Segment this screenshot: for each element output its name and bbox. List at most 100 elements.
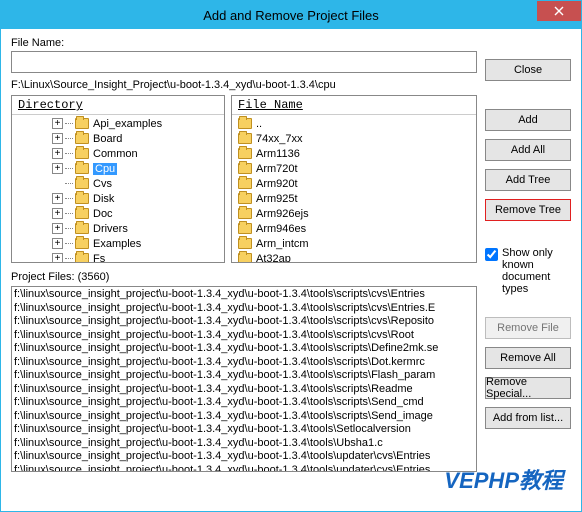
filename-input[interactable] [11,51,477,73]
project-files-list[interactable]: f:\linux\source_insight_project\u-boot-1… [11,286,477,472]
tree-item[interactable]: +Api_examples [12,116,224,131]
file-item-label: Arm1136 [256,148,300,160]
add-tree-button[interactable]: Add Tree [485,169,571,191]
file-item[interactable]: Arm925t [232,191,476,206]
tree-item[interactable]: + Doc [12,206,224,221]
expander-icon[interactable]: + [52,133,63,144]
expander-icon[interactable]: + [52,223,63,234]
expander-icon[interactable]: + [52,118,63,129]
file-item-label: At32ap [256,253,291,263]
expander-icon[interactable]: + [52,148,63,159]
tree-item-label: Examples [93,238,141,250]
close-button[interactable]: Close [485,59,571,81]
folder-icon [75,238,89,249]
project-file-item[interactable]: f:\linux\source_insight_project\u-boot-1… [14,329,474,343]
project-file-item[interactable]: f:\linux\source_insight_project\u-boot-1… [14,288,474,302]
project-file-item[interactable]: f:\linux\source_insight_project\u-boot-1… [14,369,474,383]
expander-icon[interactable]: + [52,253,63,262]
folder-icon [238,163,252,174]
remove-tree-button[interactable]: Remove Tree [485,199,571,221]
folder-icon [238,148,252,159]
expander-icon[interactable]: + [52,193,63,204]
project-file-item[interactable]: f:\linux\source_insight_project\u-boot-1… [14,315,474,329]
tree-item[interactable]: + Drivers [12,221,224,236]
folder-icon [75,163,89,174]
file-item[interactable]: Arm926ejs [232,206,476,221]
tree-item[interactable]: + Board [12,131,224,146]
folder-icon [238,193,252,204]
project-file-item[interactable]: f:\linux\source_insight_project\u-boot-1… [14,464,474,473]
file-item-label: Arm_intcm [256,238,309,250]
file-item-label: Arm925t [256,193,298,205]
tree-item-label: Drivers [93,223,128,235]
project-file-item[interactable]: f:\linux\source_insight_project\u-boot-1… [14,450,474,464]
project-file-item[interactable]: f:\linux\source_insight_project\u-boot-1… [14,410,474,424]
tree-item-label: Doc [93,208,113,220]
tree-item[interactable]: +Disk [12,191,224,206]
folder-icon [75,193,89,204]
file-item-label: Arm926ejs [256,208,309,220]
add-from-list-button[interactable]: Add from list... [485,407,571,429]
directory-header: Directory [12,96,224,115]
folder-icon [238,133,252,144]
project-file-item[interactable]: f:\linux\source_insight_project\u-boot-1… [14,396,474,410]
project-file-item[interactable]: f:\linux\source_insight_project\u-boot-1… [14,437,474,451]
project-file-item[interactable]: f:\linux\source_insight_project\u-boot-1… [14,383,474,397]
add-button[interactable]: Add [485,109,571,131]
close-icon [554,6,564,16]
show-known-types-label: Show only known document types [502,247,571,295]
project-file-item[interactable]: f:\linux\source_insight_project\u-boot-1… [14,342,474,356]
show-known-types-input[interactable] [485,248,498,261]
remove-all-button[interactable]: Remove All [485,347,571,369]
expander-icon[interactable]: + [52,163,63,174]
project-file-item[interactable]: f:\linux\source_insight_project\u-boot-1… [14,423,474,437]
file-item[interactable]: Arm1136 [232,146,476,161]
titlebar: Add and Remove Project Files [1,1,581,29]
folder-icon [75,208,89,219]
current-path: F:\Linux\Source_Insight_Project\u-boot-1… [11,79,477,91]
file-header: File Name [232,96,476,115]
window-title: Add and Remove Project Files [203,8,379,23]
folder-icon [75,253,89,262]
file-pane: File Name .. 74xx_7xx Arm1136 Arm720t Arm920… [231,95,477,263]
tree-item-label: Board [93,133,122,145]
folder-icon [238,208,252,219]
project-file-item[interactable]: f:\linux\source_insight_project\u-boot-1… [14,302,474,316]
directory-pane: Directory +Api_examples+Board+Common+Cpu… [11,95,225,263]
folder-icon [238,118,252,129]
tree-item[interactable]: + Common [12,146,224,161]
file-item-label: Arm920t [256,178,298,190]
file-item-label: Arm720t [256,163,298,175]
tree-item[interactable]: + Examples [12,236,224,251]
tree-item-label: Common [93,148,138,160]
file-item[interactable]: At32ap [232,251,476,262]
tree-item[interactable]: + Cpu [12,161,224,176]
remove-special-button[interactable]: Remove Special... [485,377,571,399]
tree-item[interactable]: Cvs [12,176,224,191]
project-file-item[interactable]: f:\linux\source_insight_project\u-boot-1… [14,356,474,370]
file-item-label: .. [256,118,262,130]
expander-icon[interactable]: + [52,238,63,249]
expander-icon[interactable]: + [52,208,63,219]
file-item[interactable]: .. [232,116,476,131]
project-files-label: Project Files: (3560) [11,271,477,283]
add-all-button[interactable]: Add All [485,139,571,161]
remove-file-button[interactable]: Remove File [485,317,571,339]
file-item-label: Arm946es [256,223,306,235]
file-item[interactable]: Arm946es [232,221,476,236]
folder-icon [75,178,89,189]
file-item[interactable]: Arm920t [232,176,476,191]
tree-item-label: Cpu [93,163,117,175]
file-item[interactable]: Arm_intcm [232,236,476,251]
tree-item-label: Fs [93,253,105,263]
file-list[interactable]: .. 74xx_7xx Arm1136 Arm720t Arm920t Arm925t Ar… [232,115,476,262]
file-item[interactable]: 74xx_7xx [232,131,476,146]
directory-tree[interactable]: +Api_examples+Board+Common+CpuCvs+Disk+D… [12,115,224,262]
file-item[interactable]: Arm720t [232,161,476,176]
close-window-button[interactable] [537,1,581,21]
show-known-types-checkbox[interactable]: Show only known document types [485,247,571,295]
file-item-label: 74xx_7xx [256,133,302,145]
tree-item-label: Cvs [93,178,112,190]
folder-icon [238,238,252,249]
tree-item[interactable]: + Fs [12,251,224,262]
